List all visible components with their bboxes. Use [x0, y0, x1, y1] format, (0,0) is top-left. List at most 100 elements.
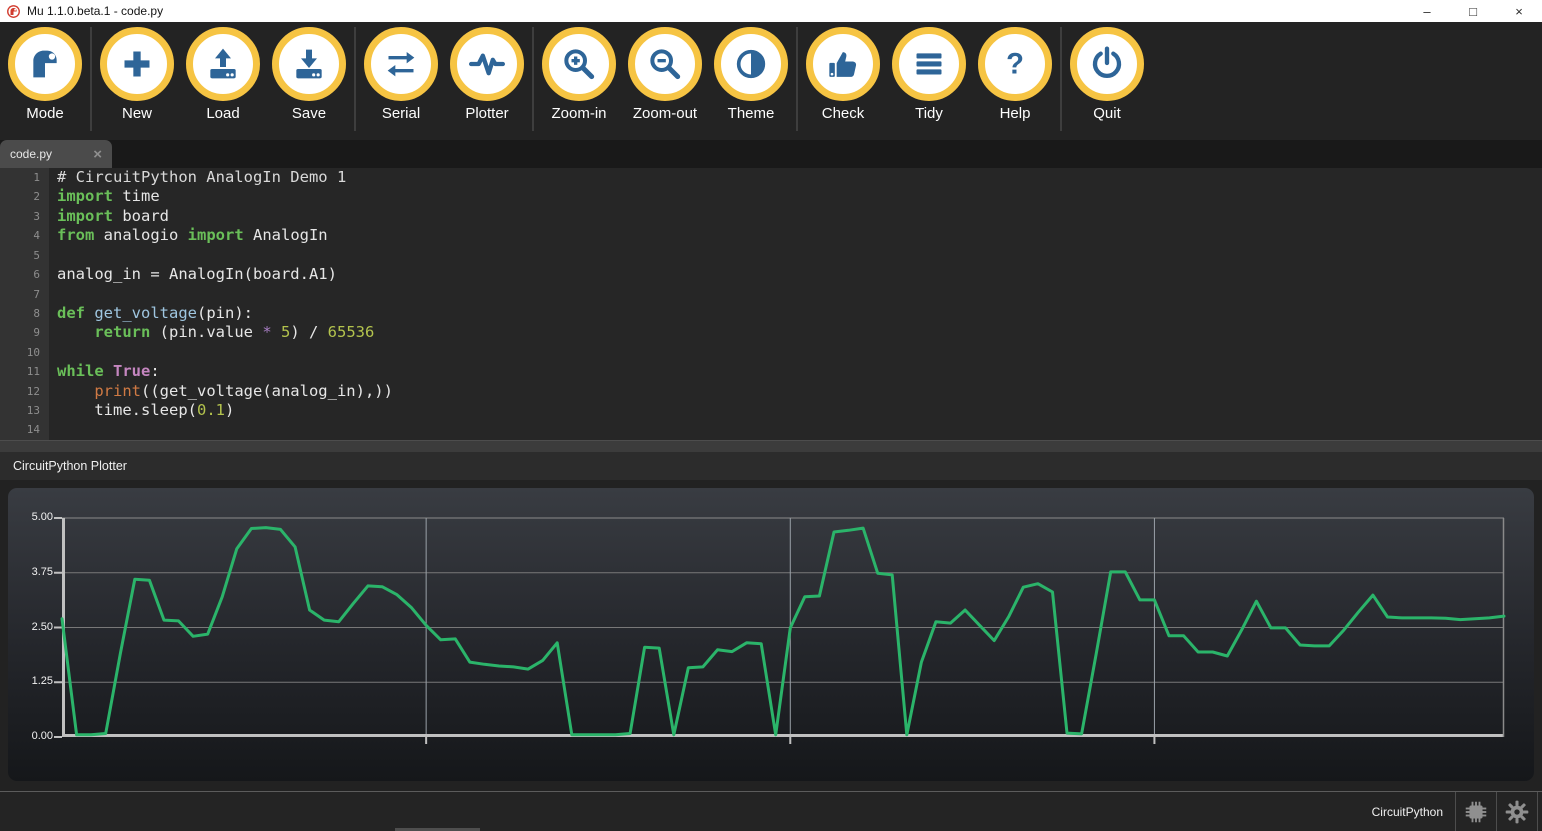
toolbar-separator: [90, 27, 92, 131]
code-line[interactable]: 5: [0, 246, 1542, 265]
toolbar-button-tidy[interactable]: Tidy: [886, 22, 972, 122]
mode-status-label: CircuitPython: [1372, 805, 1443, 819]
line-number: 5: [0, 246, 49, 265]
line-number: 8: [0, 304, 49, 323]
code-segment: def: [57, 304, 85, 322]
line-number: 4: [0, 226, 49, 245]
plotter-header: CircuitPython Plotter: [0, 452, 1542, 480]
code-segment: [85, 304, 94, 322]
code-text: [49, 343, 57, 362]
toolbar: ModeNewLoad Save SerialPlotterZoom-in Zoom-…: [0, 22, 1542, 140]
toolbar-button-quit[interactable]: Quit: [1064, 22, 1150, 122]
statusbar-separator: [1537, 792, 1538, 831]
toolbar-button-circle: [186, 27, 260, 101]
tab-code-py[interactable]: code.py ×: [0, 140, 112, 168]
toolbar-button-circle: [8, 27, 82, 101]
toolbar-button-label: Tidy: [915, 105, 943, 122]
maximize-button[interactable]: □: [1450, 0, 1496, 22]
toolbar-button-zoom-in[interactable]: Zoom-in: [536, 22, 622, 122]
y-tick-label: 5.00: [15, 511, 53, 523]
code-segment: print: [94, 382, 141, 400]
window-title: Mu 1.1.0.beta.1 - code.py: [27, 4, 163, 18]
line-number: 13: [0, 401, 49, 420]
line-number: 14: [0, 420, 49, 439]
toolbar-separator: [796, 27, 798, 131]
minimize-button[interactable]: –: [1404, 0, 1450, 22]
code-line[interactable]: 6 analog_in = AnalogIn(board.A1): [0, 265, 1542, 284]
tidy-icon: [909, 44, 949, 84]
tab-label: code.py: [10, 147, 52, 161]
code-segment: *: [262, 323, 271, 341]
toolbar-separator: [532, 27, 534, 131]
close-button[interactable]: ×: [1496, 0, 1542, 22]
code-text: import time: [49, 187, 160, 206]
code-line[interactable]: 3import board: [0, 207, 1542, 226]
code-line[interactable]: 9 return (pin.value * 5) / 65536: [0, 323, 1542, 342]
code-segment: return: [94, 323, 150, 341]
y-tick-label: 1.25: [15, 675, 53, 687]
code-segment: time.sleep(: [57, 401, 197, 419]
code-line[interactable]: 10: [0, 343, 1542, 362]
code-segment: analog_in = AnalogIn(board.A1): [57, 265, 337, 283]
toolbar-button-load[interactable]: Load: [180, 22, 266, 122]
toolbar-button-theme[interactable]: Theme: [708, 22, 794, 122]
code-line[interactable]: 12 print((get_voltage(analog_in),)): [0, 382, 1542, 401]
line-number: 2: [0, 187, 49, 206]
toolbar-button-label: Zoom-out: [633, 105, 697, 122]
toolbar-button-new[interactable]: New: [94, 22, 180, 122]
code-segment: (pin):: [197, 304, 253, 322]
tab-close-icon[interactable]: ×: [93, 147, 102, 162]
toolbar-button-circle: [542, 27, 616, 101]
toolbar-button-help[interactable]: ?Help: [972, 22, 1058, 122]
code-segment: import: [57, 187, 113, 205]
device-status-button[interactable]: [1456, 792, 1496, 831]
toolbar-button-save[interactable]: Save: [266, 22, 352, 122]
toolbar-button-circle: [714, 27, 788, 101]
code-segment: [272, 323, 281, 341]
toolbar-button-label: Check: [822, 105, 865, 122]
line-number: 6: [0, 265, 49, 284]
code-line[interactable]: 4from analogio import AnalogIn: [0, 226, 1542, 245]
line-number: 11: [0, 362, 49, 381]
code-segment: get_voltage: [94, 304, 197, 322]
toolbar-button-circle: [364, 27, 438, 101]
code-line[interactable]: 14: [0, 420, 1542, 439]
svg-text:?: ?: [1006, 48, 1024, 80]
new-icon: [117, 44, 157, 84]
line-number: 1: [0, 168, 49, 187]
code-segment: True: [113, 362, 150, 380]
y-tick-label: 0.00: [15, 730, 53, 742]
code-line[interactable]: 11while True:: [0, 362, 1542, 381]
toolbar-button-mode[interactable]: Mode: [2, 22, 88, 122]
code-line[interactable]: 1# CircuitPython AnalogIn Demo 1: [0, 168, 1542, 187]
toolbar-button-zoom-out[interactable]: Zoom-out: [622, 22, 708, 122]
code-segment: 65536: [328, 323, 375, 341]
voltage-series-line: [62, 528, 1504, 735]
code-segment: board: [113, 207, 169, 225]
plotter-panel: 5.003.752.501.250.00: [8, 488, 1534, 781]
gear-icon: [1503, 798, 1531, 826]
code-line[interactable]: 8def get_voltage(pin):: [0, 304, 1542, 323]
toolbar-button-circle: [806, 27, 880, 101]
code-line[interactable]: 2import time: [0, 187, 1542, 206]
line-number: 7: [0, 285, 49, 304]
pane-splitter[interactable]: [0, 440, 1542, 452]
toolbar-button-label: Save: [292, 105, 326, 122]
tab-bar: code.py ×: [0, 140, 1542, 168]
save-icon: [289, 44, 329, 84]
admin-settings-button[interactable]: [1497, 792, 1537, 831]
toolbar-button-serial[interactable]: Serial: [358, 22, 444, 122]
toolbar-button-plotter[interactable]: Plotter: [444, 22, 530, 122]
code-text: return (pin.value * 5) / 65536: [49, 323, 374, 342]
code-segment: [57, 382, 94, 400]
mu-logo-icon: [6, 4, 21, 19]
check-icon: [823, 44, 863, 84]
toolbar-button-label: Theme: [728, 105, 775, 122]
serial-icon: [381, 44, 421, 84]
toolbar-button-check[interactable]: Check: [800, 22, 886, 122]
editor[interactable]: 1# CircuitPython AnalogIn Demo 12import …: [0, 168, 1542, 440]
code-line[interactable]: 13 time.sleep(0.1): [0, 401, 1542, 420]
code-line[interactable]: 7: [0, 285, 1542, 304]
code-text: def get_voltage(pin):: [49, 304, 253, 323]
code-text: print((get_voltage(analog_in),)): [49, 382, 393, 401]
